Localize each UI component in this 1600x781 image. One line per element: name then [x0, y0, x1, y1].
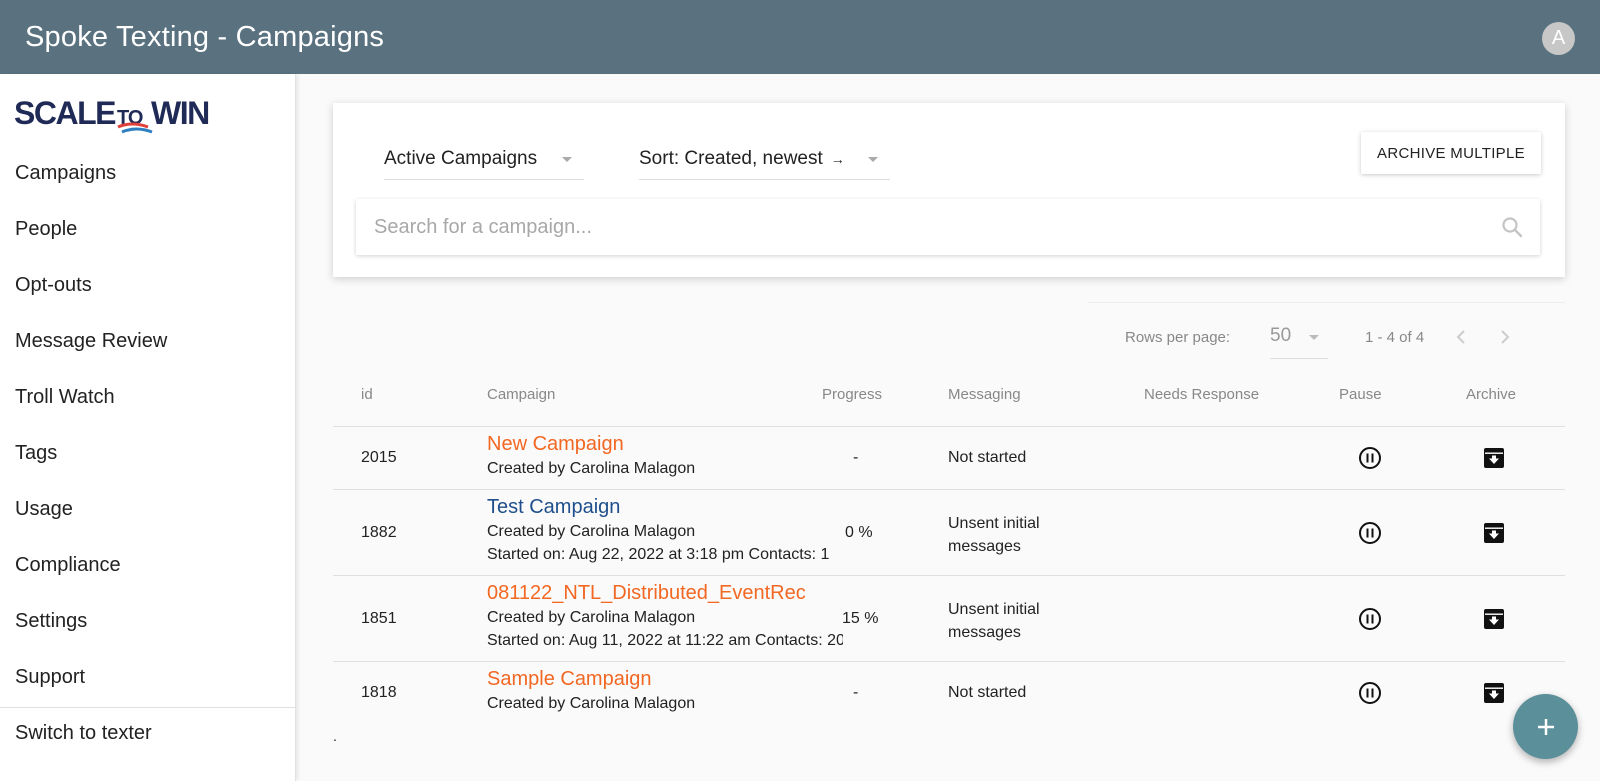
pause-circle-icon[interactable] — [1358, 607, 1382, 631]
campaign-started-on: Started on: Aug 22, 2022 at 3:18 pm Cont… — [487, 546, 830, 563]
dropdown-caret-icon — [1309, 335, 1319, 340]
sidebar-item-settings[interactable]: Settings — [15, 610, 87, 633]
sidebar-item-opt-outs[interactable]: Opt-outs — [15, 274, 92, 297]
campaign-id: 1882 — [361, 524, 397, 541]
header-archive: Archive — [1466, 386, 1517, 403]
scale-to-win-logo: SCALE TO WIN — [14, 94, 226, 134]
search-icon[interactable] — [1500, 215, 1524, 239]
archive-icon[interactable] — [1482, 446, 1506, 470]
sidebar-item-people[interactable]: People — [15, 218, 77, 241]
sidebar-item-campaigns[interactable]: Campaigns — [15, 162, 116, 185]
campaign-status-select[interactable]: Active Campaigns — [384, 138, 584, 180]
arrow-right-icon: → — [830, 150, 845, 167]
chevron-right-icon[interactable] — [1494, 327, 1514, 347]
sort-select[interactable]: Sort: Created, newest → — [639, 138, 890, 180]
switch-to-texter[interactable]: Switch to texter — [15, 722, 152, 745]
campaign-started-on: Started on: Aug 11, 2022 at 11:22 am Con… — [487, 632, 843, 649]
archive-multiple-button[interactable]: ARCHIVE MULTIPLE — [1361, 132, 1541, 174]
campaign-progress: 15 % — [842, 610, 879, 627]
page-title: Spoke Texting - Campaigns — [25, 20, 385, 53]
pause-circle-icon[interactable] — [1358, 521, 1382, 545]
archive-icon[interactable] — [1482, 681, 1506, 705]
header-progress: Progress — [822, 386, 883, 403]
plus-icon — [1537, 718, 1554, 735]
campaign-name-link[interactable]: Test Campaign — [487, 496, 620, 519]
campaign-created-by: Created by Carolina Malagon — [487, 460, 696, 477]
rows-per-page-underline — [1270, 358, 1328, 359]
campaign-messaging: Not started — [948, 684, 1027, 701]
header-needs-response: Needs Response — [1144, 386, 1260, 403]
pagination-range: 1 - 4 of 4 — [1365, 329, 1425, 346]
sidebar: SCALE TO WIN Campaigns People Opt-outs M… — [0, 74, 296, 781]
campaign-id: 1851 — [361, 610, 397, 627]
sidebar-item-support[interactable]: Support — [15, 666, 85, 689]
dropdown-caret-icon — [868, 157, 878, 162]
pause-circle-icon[interactable] — [1358, 681, 1382, 705]
pagination: Rows per page: 50 1 - 4 of 4 — [1088, 302, 1565, 359]
sidebar-divider — [0, 707, 296, 708]
footer-dot: . — [333, 728, 337, 744]
table-row[interactable]: 1882 Test Campaign Created by Carolina M… — [333, 490, 1565, 576]
campaign-name-link[interactable]: New Campaign — [487, 433, 624, 456]
archive-icon[interactable] — [1482, 607, 1506, 631]
svg-text:WIN: WIN — [151, 95, 209, 131]
campaign-created-by: Created by Carolina Malagon — [487, 695, 696, 712]
campaign-messaging: Unsent initial messages — [948, 601, 1040, 641]
search-box — [356, 199, 1540, 255]
header-pause: Pause — [1339, 386, 1382, 403]
table-header: id Campaign Progress Messaging Needs Res… — [333, 370, 1565, 427]
dropdown-caret-icon — [562, 157, 572, 162]
app-bar: Spoke Texting - Campaigns A — [0, 0, 1600, 74]
table-row[interactable]: 1818 Sample Campaign Created by Carolina… — [333, 662, 1565, 725]
campaign-status-value: Active Campaigns — [384, 147, 538, 169]
campaign-id: 1818 — [361, 684, 397, 701]
header-campaign: Campaign — [487, 386, 556, 403]
campaign-progress: - — [853, 684, 859, 701]
campaign-messaging: Unsent initial messages — [948, 515, 1040, 555]
avatar[interactable]: A — [1542, 22, 1575, 55]
header-id: id — [361, 386, 373, 403]
sidebar-item-usage[interactable]: Usage — [15, 498, 73, 521]
campaign-progress: 0 % — [845, 524, 873, 541]
add-campaign-button[interactable] — [1513, 694, 1578, 759]
rows-per-page-select[interactable]: 50 — [1270, 325, 1291, 347]
svg-text:SCALE: SCALE — [14, 95, 116, 131]
pause-circle-icon[interactable] — [1358, 446, 1382, 470]
sidebar-item-troll-watch[interactable]: Troll Watch — [15, 386, 115, 409]
rows-per-page-label: Rows per page: — [1125, 329, 1231, 346]
search-input[interactable] — [374, 199, 1474, 255]
campaign-name-link[interactable]: 081122_NTL_Distributed_EventRec — [487, 582, 806, 605]
campaign-created-by: Created by Carolina Malagon — [487, 609, 696, 626]
sidebar-item-tags[interactable]: Tags — [15, 442, 57, 465]
campaign-progress: - — [853, 449, 859, 466]
logo-mark: SCALE TO WIN — [14, 95, 210, 134]
campaign-id: 2015 — [361, 449, 397, 466]
table-row[interactable]: 1851 081122_NTL_Distributed_EventRec Cre… — [333, 576, 1565, 662]
sidebar-item-compliance[interactable]: Compliance — [15, 554, 121, 577]
sidebar-item-message-review[interactable]: Message Review — [15, 330, 167, 353]
table-row[interactable]: 2015 New Campaign Created by Carolina Ma… — [333, 427, 1565, 490]
sort-value: Sort: Created, newest — [639, 147, 823, 169]
chevron-left-icon[interactable] — [1452, 327, 1472, 347]
campaign-name-link[interactable]: Sample Campaign — [487, 668, 652, 691]
campaign-created-by: Created by Carolina Malagon — [487, 523, 696, 540]
campaign-messaging: Not started — [948, 449, 1027, 466]
archive-icon[interactable] — [1482, 521, 1506, 545]
header-messaging: Messaging — [948, 386, 1021, 403]
campaign-filter-card: Active Campaigns Sort: Created, newest →… — [333, 103, 1565, 277]
